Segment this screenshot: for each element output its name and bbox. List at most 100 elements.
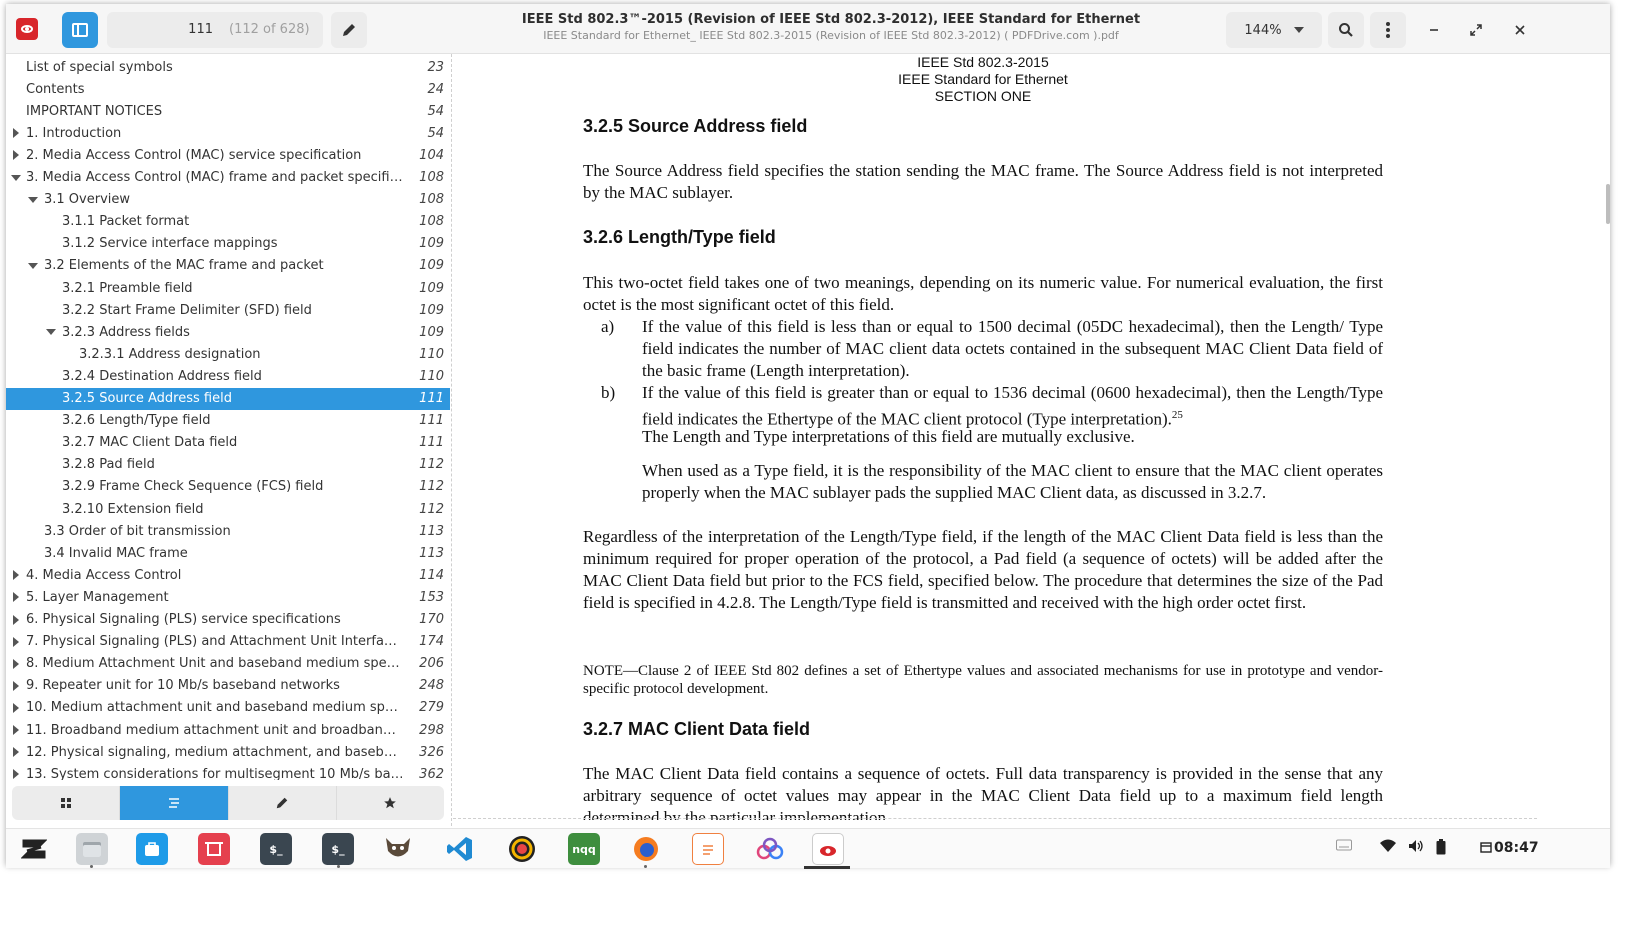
tab-bookmarks[interactable] <box>337 786 444 820</box>
search-button[interactable] <box>1328 12 1364 48</box>
color-picker-icon[interactable] <box>506 833 538 865</box>
files-icon[interactable] <box>76 833 108 865</box>
expander-collapsed-icon[interactable] <box>11 615 21 625</box>
expander-expanded-icon[interactable] <box>46 327 56 337</box>
zoom-dropdown[interactable]: 144% <box>1226 12 1322 48</box>
clock-time: 08:47 <box>1494 840 1539 856</box>
outline-item[interactable]: 3.2.9 Frame Check Sequence (FCS) field 11… <box>6 476 450 498</box>
expander-collapsed-icon[interactable] <box>11 725 21 735</box>
main-menu-button[interactable] <box>1370 12 1406 48</box>
expander-collapsed-icon[interactable] <box>11 747 21 757</box>
outline-item[interactable]: 3.2.3.1 Address designation 110 <box>6 343 450 365</box>
sidebar-icon <box>72 23 88 37</box>
terminal-2-icon[interactable]: $_ <box>322 833 354 865</box>
outline-item[interactable]: 3.2.6 Length/Type field 111 <box>6 410 450 432</box>
outline-item-page: 108 <box>419 170 444 185</box>
outline-item[interactable]: 5. Layer Management 153 <box>6 586 450 608</box>
expander-collapsed-icon[interactable] <box>11 592 21 602</box>
outline-item-page: 108 <box>419 214 444 230</box>
outline-item[interactable]: 4. Media Access Control 114 <box>6 564 450 586</box>
expander-collapsed-icon[interactable] <box>11 703 21 713</box>
clock[interactable]: 08:47 <box>1480 840 1539 856</box>
expander-collapsed-icon[interactable] <box>11 150 21 160</box>
vertical-scrollbar[interactable] <box>1606 184 1610 224</box>
outline-item-page: 109 <box>419 280 444 296</box>
outline-item[interactable]: 3.2.3 Address fields 109 <box>6 321 450 343</box>
close-icon <box>1515 25 1525 35</box>
sidebar-toggle-button[interactable] <box>62 12 98 48</box>
outline-item[interactable]: Contents 24 <box>6 78 450 100</box>
outline-item[interactable]: IMPORTANT NOTICES 54 <box>6 100 450 122</box>
outline-item[interactable]: 3.4 Invalid MAC frame 113 <box>6 542 450 564</box>
outline-item[interactable]: 3.2.1 Preamble field 109 <box>6 277 450 299</box>
paragraph: The Source Address field specifies the s… <box>583 161 1383 202</box>
tab-thumbnails[interactable] <box>12 786 121 820</box>
outline-item[interactable]: 3. Media Access Control (MAC) frame and … <box>6 167 450 189</box>
outline-item[interactable]: 3.2 Elements of the MAC frame and packet… <box>6 255 450 277</box>
current-page-value[interactable]: 111 <box>188 22 213 37</box>
maximize-button[interactable] <box>1458 12 1494 48</box>
tab-outline[interactable] <box>120 786 229 820</box>
outline-item[interactable]: 7. Physical Signaling (PLS) and Attachme… <box>6 631 450 653</box>
outline-item[interactable]: 13. System considerations for multisegme… <box>6 763 450 780</box>
expander-collapsed-icon[interactable] <box>11 570 21 580</box>
vscode-icon[interactable] <box>444 833 476 865</box>
expander-expanded-icon[interactable] <box>11 173 21 183</box>
notes-app-icon[interactable]: nqq <box>568 833 600 865</box>
firefox-icon[interactable] <box>630 833 662 865</box>
expander-expanded-icon[interactable] <box>28 195 38 205</box>
volume-icon[interactable] <box>1408 839 1424 857</box>
outline-item[interactable]: 10. Medium attachment unit and baseband … <box>6 697 450 719</box>
screenshot-tool-icon[interactable] <box>198 833 230 865</box>
expander-collapsed-icon[interactable] <box>11 681 21 691</box>
tab-annotations[interactable] <box>229 786 337 820</box>
outline-item[interactable]: 12. Physical signaling, medium attachmen… <box>6 741 450 763</box>
expand-icon <box>1470 24 1482 36</box>
outline-item[interactable]: 11. Broadband medium attachment unit and… <box>6 719 450 741</box>
outline-item[interactable]: 3.2.2 Start Frame Delimiter (SFD) field 1… <box>6 299 450 321</box>
footnote-ref[interactable]: 25 <box>1172 409 1183 421</box>
close-button[interactable] <box>1502 12 1538 48</box>
battery-icon[interactable] <box>1436 839 1446 859</box>
document-viewer-icon[interactable] <box>812 833 844 865</box>
outline-item-page: 174 <box>419 634 444 650</box>
outline-item[interactable]: 6. Physical Signaling (PLS) service spec… <box>6 609 450 631</box>
outline-item[interactable]: 3.1.1 Packet format 108 <box>6 211 450 233</box>
outline-item[interactable]: 1. Introduction 54 <box>6 122 450 144</box>
text-editor-icon[interactable] <box>692 833 724 865</box>
outline-item[interactable]: 3.2.7 MAC Client Data field 111 <box>6 432 450 454</box>
window-title-block: IEEE Std 802.3™-2015 (Revision of IEEE S… <box>486 12 1176 42</box>
wifi-icon[interactable] <box>1380 839 1396 857</box>
outline-item[interactable]: 3.2.8 Pad field 112 <box>6 454 450 476</box>
document-viewer-app-icon[interactable] <box>16 18 38 40</box>
outline-item[interactable]: 3.2.4 Destination Address field 110 <box>6 365 450 387</box>
expander-expanded-icon[interactable] <box>28 261 38 271</box>
terminal-icon[interactable]: $_ <box>260 833 292 865</box>
document-view[interactable]: IEEE Std 802.3-2015 IEEE Standard for Et… <box>453 54 1610 820</box>
gimp-icon[interactable] <box>382 833 414 865</box>
expander-collapsed-icon[interactable] <box>11 637 21 647</box>
outline-item-selected[interactable]: 3.2.5 Source Address field 111 <box>6 387 450 410</box>
keyboard-icon[interactable] <box>1336 839 1352 855</box>
expander-collapsed-icon[interactable] <box>11 659 21 669</box>
outline-item[interactable]: 3.3 Order of bit transmission 113 <box>6 520 450 542</box>
outline-item[interactable]: 2. Media Access Control (MAC) service sp… <box>6 144 450 166</box>
expander-collapsed-icon[interactable] <box>11 128 21 138</box>
outline-item[interactable]: 8. Medium Attachment Unit and baseband m… <box>6 653 450 675</box>
zorin-menu-icon[interactable] <box>18 833 50 865</box>
expander-collapsed-icon[interactable] <box>11 769 21 779</box>
connections-icon[interactable] <box>754 833 786 865</box>
outline-item[interactable]: 3.1.2 Service interface mappings 109 <box>6 233 450 255</box>
outline-item[interactable]: List of special symbols 23 <box>6 56 450 78</box>
outline-item-label: 7. Physical Signaling (PLS) and Attachme… <box>26 634 404 650</box>
annotate-button[interactable] <box>331 12 367 48</box>
outline-item[interactable]: 9. Repeater unit for 10 Mb/s baseband ne… <box>6 675 450 697</box>
minimize-button[interactable] <box>1416 12 1452 48</box>
list-item-text: When used as a Type field, it is the res… <box>642 461 1383 502</box>
page-number-entry[interactable]: 111 (112 of 628) <box>107 12 323 48</box>
software-store-icon[interactable] <box>136 833 168 865</box>
document-viewer-window: 111 (112 of 628) IEEE Std 802.3™-2015 (R… <box>6 4 1610 866</box>
outline-item[interactable]: 3.2.10 Extension field 112 <box>6 498 450 520</box>
outline-item-page: 298 <box>419 722 444 738</box>
outline-item[interactable]: 3.1 Overview 108 <box>6 189 450 211</box>
